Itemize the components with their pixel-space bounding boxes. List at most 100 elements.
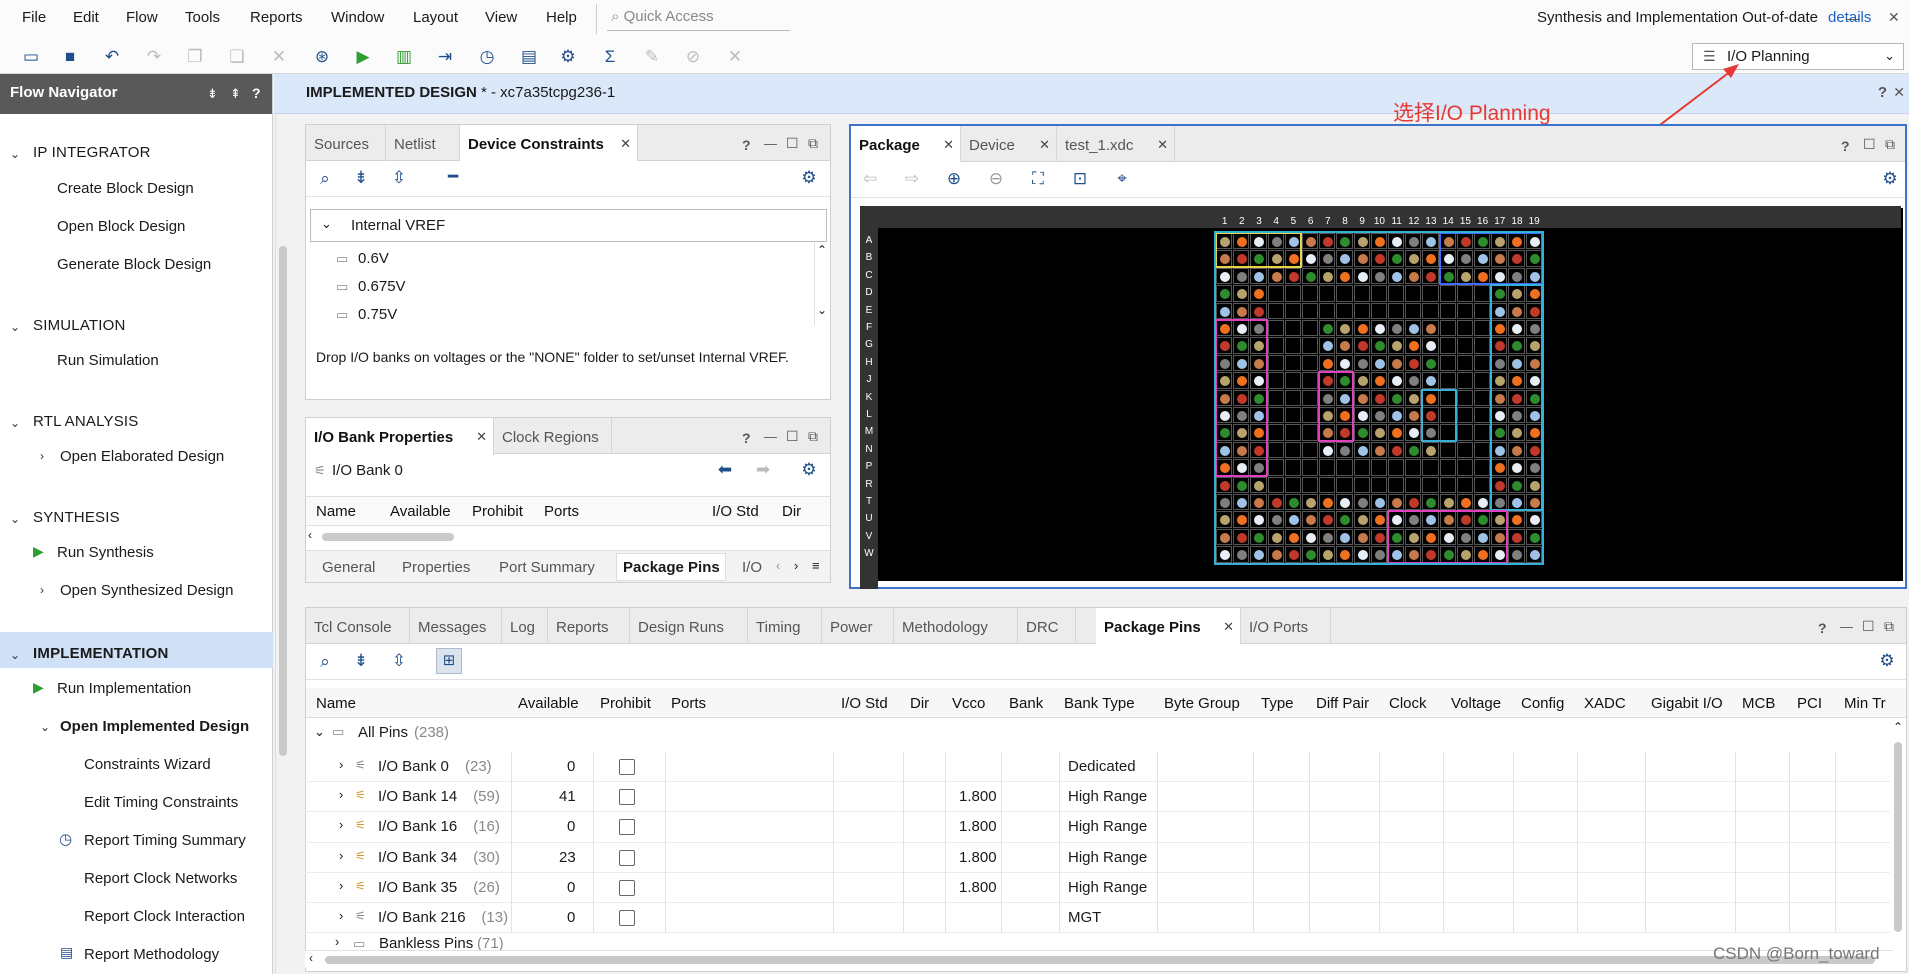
- column-header[interactable]: Available: [518, 695, 579, 712]
- undo-icon[interactable]: ↶: [101, 46, 123, 68]
- scrollbar-thumb[interactable]: [279, 246, 287, 756]
- chevron-up-icon[interactable]: ⌃: [1893, 720, 1903, 734]
- chevron-down-icon[interactable]: ⌄: [314, 724, 325, 740]
- column-header[interactable]: Byte Group: [1164, 695, 1240, 712]
- column-header[interactable]: XADC: [1584, 695, 1626, 712]
- run-icon[interactable]: ▶: [352, 46, 374, 68]
- help-icon[interactable]: ?: [1818, 620, 1827, 636]
- tab-package-pins[interactable]: Package Pins: [616, 553, 726, 581]
- column-header[interactable]: Bank: [1009, 695, 1043, 712]
- column-header[interactable]: Diff Pair: [1316, 695, 1369, 712]
- chevron-down-icon[interactable]: ⌄: [10, 416, 20, 430]
- nav-run-implementation[interactable]: Run Implementation: [57, 680, 191, 697]
- tab-sources[interactable]: Sources: [306, 125, 386, 161]
- tab-package-pins[interactable]: Package Pins ✕: [1096, 608, 1241, 645]
- close-icon[interactable]: ✕: [943, 137, 954, 153]
- nav-create-block-design[interactable]: Create Block Design: [57, 180, 194, 197]
- nav-run-simulation[interactable]: Run Simulation: [57, 352, 159, 369]
- help-icon[interactable]: ?: [1841, 138, 1850, 154]
- column-header[interactable]: Gigabit I/O: [1651, 695, 1723, 712]
- table-row[interactable]: › ⚟ I/O Bank 34 (30) 23 1.800 High Range: [305, 842, 1890, 873]
- tab-general[interactable]: General: [322, 559, 375, 576]
- close-icon[interactable]: ✕: [476, 429, 487, 445]
- tab-port-summary[interactable]: Port Summary: [499, 559, 595, 576]
- tab-log[interactable]: Log: [502, 608, 548, 644]
- tab-io[interactable]: I/O: [742, 559, 762, 576]
- section-rtl-analysis[interactable]: RTL ANALYSIS: [33, 413, 139, 430]
- menu-reports[interactable]: Reports: [250, 9, 303, 26]
- close-icon[interactable]: ✕: [620, 136, 631, 152]
- nav-generate-block-design[interactable]: Generate Block Design: [57, 256, 211, 273]
- crosshair-icon[interactable]: ⌖: [1111, 169, 1133, 189]
- tab-timing[interactable]: Timing: [748, 608, 822, 644]
- maximize-icon[interactable]: ☐: [1862, 618, 1875, 635]
- help-icon[interactable]: ?: [1878, 84, 1887, 101]
- package-pins-hscrollbar[interactable]: ‹: [305, 950, 1893, 968]
- menu-window[interactable]: Window: [331, 9, 384, 26]
- column-header[interactable]: Voltage: [1451, 695, 1501, 712]
- column-header[interactable]: Ports: [544, 503, 579, 520]
- float-icon[interactable]: ⧉: [808, 428, 818, 445]
- help-icon[interactable]: ?: [252, 85, 261, 101]
- search-icon[interactable]: ⌕: [314, 169, 336, 189]
- chevron-right-icon[interactable]: ›: [794, 558, 798, 573]
- tab-clock-regions[interactable]: Clock Regions: [494, 418, 612, 454]
- column-header[interactable]: Prohibit: [600, 695, 651, 712]
- search-icon[interactable]: ⌕: [314, 652, 336, 672]
- scrollbar-thumb[interactable]: [322, 533, 454, 541]
- chevron-left-icon[interactable]: ‹: [309, 951, 313, 965]
- generate-bitstream-icon[interactable]: ▥: [393, 46, 415, 68]
- tab-package[interactable]: Package ✕: [851, 126, 961, 163]
- tab-tcl-console[interactable]: Tcl Console: [306, 608, 410, 644]
- back-icon[interactable]: ⬅: [714, 460, 736, 480]
- minimize-icon[interactable]: —: [764, 429, 777, 444]
- maximize-icon[interactable]: ☐: [1863, 136, 1876, 153]
- menu-tools[interactable]: Tools: [185, 9, 220, 26]
- column-header[interactable]: Clock: [1389, 695, 1427, 712]
- maximize-icon[interactable]: ☐: [786, 428, 799, 445]
- column-header[interactable]: I/O Std: [712, 503, 759, 520]
- gear-icon[interactable]: ⚙: [798, 460, 820, 480]
- expand-all-icon[interactable]: ⇳: [388, 168, 410, 188]
- chevron-up-icon[interactable]: ⌃: [817, 243, 827, 257]
- nav-report-clock-networks[interactable]: Report Clock Networks: [84, 870, 237, 887]
- chevron-down-icon[interactable]: ⌄: [10, 147, 20, 161]
- vref-item[interactable]: 0.75V: [358, 306, 397, 323]
- tab-methodology[interactable]: Methodology: [894, 608, 1018, 644]
- zoom-in-icon[interactable]: ⊕: [943, 169, 965, 189]
- chevron-left-icon[interactable]: ‹: [776, 558, 780, 573]
- collapse-all-icon[interactable]: ⇟: [207, 86, 218, 102]
- gear-icon[interactable]: ⚙: [1876, 651, 1898, 671]
- tab-io-bank-properties[interactable]: I/O Bank Properties ✕: [306, 418, 494, 455]
- section-ip-integrator[interactable]: IP INTEGRATOR: [33, 144, 151, 161]
- close-icon[interactable]: ✕: [1039, 137, 1050, 153]
- float-icon[interactable]: ⧉: [1884, 618, 1894, 635]
- tab-properties[interactable]: Properties: [402, 559, 470, 576]
- chevron-down-icon[interactable]: ⌄: [10, 512, 20, 526]
- nav-report-clock-interaction[interactable]: Report Clock Interaction: [84, 908, 245, 925]
- nav-open-implemented-design[interactable]: Open Implemented Design: [60, 718, 249, 735]
- expand-all-icon[interactable]: ⇞: [230, 86, 241, 102]
- close-icon[interactable]: ✕: [1157, 137, 1168, 153]
- column-header[interactable]: Prohibit: [472, 503, 523, 520]
- menu-view[interactable]: View: [485, 9, 517, 26]
- expand-all-icon[interactable]: ⇳: [388, 651, 410, 671]
- column-header[interactable]: Min Tr: [1844, 695, 1886, 712]
- clear-icon[interactable]: ✕: [724, 46, 746, 68]
- chevron-right-icon[interactable]: ›: [40, 583, 44, 597]
- vref-item[interactable]: 0.675V: [358, 278, 406, 295]
- minimize-icon[interactable]: —: [764, 136, 777, 151]
- prohibit-checkbox[interactable]: [619, 789, 635, 806]
- zoom-out-icon[interactable]: ⊖: [985, 169, 1007, 189]
- forward-icon[interactable]: ⇨: [901, 169, 923, 189]
- flow-navigator-scrollbar[interactable]: [275, 114, 289, 974]
- timer-icon[interactable]: ◷: [476, 46, 498, 68]
- close-icon[interactable]: ✕: [1888, 9, 1900, 26]
- chevron-right-icon[interactable]: ›: [40, 449, 44, 463]
- table-row[interactable]: › ⚟ I/O Bank 216 (13) 0 MGT: [305, 903, 1890, 934]
- all-pins-row[interactable]: ⌄ ▭ All Pins (238): [306, 720, 1886, 746]
- scrollbar-thumb[interactable]: [325, 956, 1875, 964]
- tab-drc[interactable]: DRC: [1018, 608, 1076, 644]
- tab-io-ports[interactable]: I/O Ports: [1241, 608, 1331, 644]
- io-bank-hscrollbar[interactable]: ‹: [306, 528, 830, 544]
